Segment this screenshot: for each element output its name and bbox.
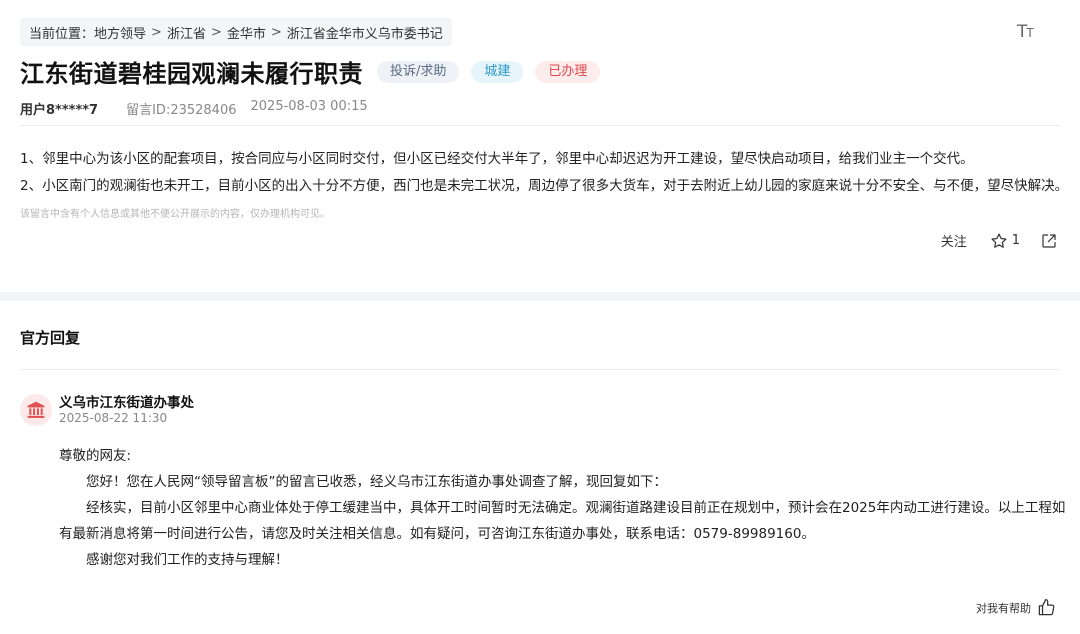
- follow-button[interactable]: 关注: [941, 231, 967, 250]
- message-time: 2025-08-03 00:15: [250, 99, 368, 114]
- helpful-button[interactable]: 对我有帮助: [976, 598, 1056, 617]
- type-tag: 投诉/求助: [377, 60, 460, 83]
- message-paragraph: 1、邻里中心为该小区的配套项目，按合同应与小区同时交付，但小区已经交付大半年了，…: [20, 151, 974, 167]
- reply-section-title: 官方回复: [20, 329, 81, 347]
- government-building-icon: [27, 401, 45, 418]
- breadcrumb-separator: >: [210, 24, 222, 40]
- font-size-icon[interactable]: TT: [1017, 22, 1034, 42]
- breadcrumb-item-leader[interactable]: 浙江省金华市义乌市委书记: [287, 23, 443, 42]
- breadcrumb-item-city[interactable]: 金华市: [227, 23, 266, 42]
- font-size-small-letter: T: [1026, 26, 1033, 40]
- star-count: 1: [1011, 233, 1020, 248]
- privacy-note: 该留言中含有个人信息或其他不便公开展示的内容，仅办理机构可见。: [20, 209, 330, 220]
- title-row: 江东街道碧桂园观澜未履行职责 投诉/求助 城建 已办理: [20, 54, 601, 89]
- breadcrumb-prefix: 当前位置：: [29, 26, 95, 42]
- page-title: 江东街道碧桂园观澜未履行职责: [20, 60, 363, 88]
- category-tag: 城建: [471, 60, 524, 83]
- reply-paragraph: 感谢您对我们工作的支持与理解！: [86, 552, 289, 568]
- org-name: 义乌市江东街道办事处: [59, 395, 194, 411]
- divider: [20, 369, 1060, 370]
- message-id: 留言ID:23528406: [126, 103, 237, 118]
- section-band: [0, 292, 1080, 301]
- font-size-big-letter: T: [1017, 22, 1027, 42]
- breadcrumb-separator: >: [270, 24, 282, 40]
- message-actions: 关注 1: [941, 231, 1058, 250]
- reply-greeting: 尊敬的网友:: [59, 448, 132, 464]
- breadcrumb: 当前位置： 地方领导 > 浙江省 > 金华市 > 浙江省金华市义乌市委书记: [20, 18, 452, 46]
- breadcrumb-item-province[interactable]: 浙江省: [167, 23, 206, 42]
- share-icon: [1042, 233, 1056, 248]
- reply-paragraph: 您好！您在人民网“领导留言板”的留言已收悉，经义乌市江东街道办事处调查了解，现回…: [86, 474, 667, 490]
- star-button[interactable]: 1: [990, 232, 1020, 250]
- breadcrumb-separator: >: [151, 24, 162, 40]
- message-paragraph: 2、小区南门的观澜街也未开工，目前小区的出入十分不方便，西门也是未完工状况，周边…: [20, 178, 1069, 194]
- user-name: 用户8*****7: [20, 103, 99, 118]
- reply-content: 尊敬的网友: 您好！您在人民网“领导留言板”的留言已收悉，经义乌市江东街道办事处…: [59, 443, 1069, 573]
- reply-date: 2025-08-22 11:30: [59, 411, 168, 425]
- share-button[interactable]: [1040, 232, 1058, 250]
- star-icon: [991, 233, 1007, 248]
- divider: [20, 125, 1060, 126]
- helpful-label: 对我有帮助: [976, 601, 1031, 615]
- reply-paragraph: 经核实，目前小区邻里中心商业体处于停工缓建当中，具体开工时间暂时无法确定。观澜街…: [59, 500, 1066, 542]
- breadcrumb-item-leaders[interactable]: 地方领导: [94, 23, 146, 42]
- message-meta: 用户8*****7 留言ID:23528406 2025-08-03 00:15: [20, 99, 368, 118]
- message-content: 1、邻里中心为该小区的配套项目，按合同应与小区同时交付，但小区已经交付大半年了，…: [20, 146, 1069, 200]
- org-avatar: [20, 394, 52, 426]
- thumbs-up-icon: [1038, 598, 1055, 616]
- status-badge: 已办理: [535, 60, 601, 83]
